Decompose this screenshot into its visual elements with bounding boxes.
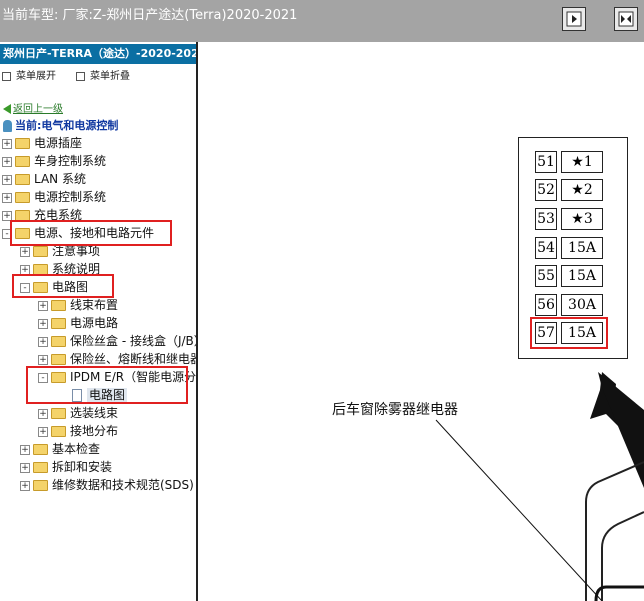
expand-toggle-icon[interactable]: + <box>20 462 30 473</box>
expand-toggle-icon[interactable]: + <box>38 318 48 329</box>
expand-toggle-icon[interactable]: + <box>20 264 30 275</box>
folder-icon <box>51 336 66 347</box>
sidebar-header: 郑州日产-TERRA（途达）-2020-2021 <box>0 44 196 64</box>
diagram-viewer: 51 ★1 52 ★2 53 ★3 54 15A 55 15A 56 30A 57 15A 后… <box>198 42 644 601</box>
tree-item[interactable]: + 接地分布 <box>38 422 118 440</box>
back-link[interactable]: 返回上一级 <box>3 100 63 115</box>
folder-icon <box>15 174 30 185</box>
tree-item[interactable]: + LAN 系统 <box>2 170 86 188</box>
title-bar: 当前车型: 厂家:Z-郑州日产途达(Terra)2020-2021 <box>0 0 644 42</box>
panel-collapse-icon <box>566 11 582 27</box>
folder-icon <box>51 354 66 365</box>
expand-toggle-icon[interactable]: + <box>20 480 30 491</box>
folder-icon <box>33 444 48 455</box>
collapse-panel-button[interactable] <box>562 7 586 31</box>
folder-icon <box>15 156 30 167</box>
folder-icon <box>51 408 66 419</box>
collapse-icon <box>76 71 85 81</box>
expand-toggle-icon[interactable]: + <box>2 138 12 149</box>
tree-item[interactable]: + 保险丝盒 - 接线盒（J/B） <box>38 332 196 350</box>
relay-outline <box>594 585 644 601</box>
highlight-box <box>12 274 114 298</box>
expand-toggle-icon[interactable]: + <box>2 210 12 221</box>
expand-toggle-icon[interactable]: + <box>38 300 48 311</box>
tree-item[interactable]: + 选装线束 <box>38 404 118 422</box>
highlight-box <box>26 366 188 404</box>
folder-icon <box>15 138 30 149</box>
expand-toggle-icon[interactable]: + <box>38 336 48 347</box>
relay-outline <box>585 461 644 601</box>
expand-toggle-icon[interactable]: + <box>2 174 12 185</box>
callout-leader-line <box>435 419 603 601</box>
relay-callout-label: 后车窗除雾器继电器 <box>332 402 458 418</box>
expand-toggle-icon[interactable]: + <box>38 408 48 419</box>
folder-icon <box>51 300 66 311</box>
folder-icon <box>51 318 66 329</box>
tree-item[interactable]: + 电源插座 <box>2 134 82 152</box>
toggle-split-button[interactable] <box>614 7 638 31</box>
back-arrow-icon <box>3 104 11 114</box>
direction-arrow-icon <box>598 372 644 488</box>
expand-toggle-icon[interactable]: + <box>20 246 30 257</box>
expand-toggle-icon[interactable]: + <box>2 192 12 203</box>
menu-collapse-button[interactable]: 菜单折叠 <box>76 67 130 82</box>
location-icon <box>3 120 12 132</box>
expand-toggle-icon[interactable]: + <box>20 444 30 455</box>
folder-icon <box>33 480 48 491</box>
tree-item[interactable]: + 电源控制系统 <box>2 188 106 206</box>
tree-item[interactable]: + 拆卸和安装 <box>20 458 112 476</box>
tree-item[interactable]: + 电源电路 <box>38 314 118 332</box>
folder-icon <box>51 426 66 437</box>
highlight-box <box>10 220 172 246</box>
menu-expand-button[interactable]: 菜单展开 <box>2 67 56 82</box>
expand-toggle-icon[interactable]: + <box>2 156 12 167</box>
tree-item[interactable]: + 维修数据和技术规范(SDS) <box>20 476 194 494</box>
vehicle-title: 当前车型: 厂家:Z-郑州日产途达(Terra)2020-2021 <box>2 8 298 23</box>
tree-item[interactable]: + 基本检查 <box>20 440 100 458</box>
navigation-sidebar: 郑州日产-TERRA（途达）-2020-2021 菜单展开 菜单折叠 返回上一级… <box>0 42 198 601</box>
diagram-graphics <box>435 372 644 601</box>
expand-icon <box>2 71 11 81</box>
expand-toggle-icon[interactable]: + <box>38 426 48 437</box>
folder-icon <box>15 192 30 203</box>
split-view-icon <box>618 11 634 27</box>
tree-item[interactable]: + 线束布置 <box>38 296 118 314</box>
folder-icon <box>33 462 48 473</box>
tree-item[interactable]: + 车身控制系统 <box>2 152 106 170</box>
expand-toggle-icon[interactable]: + <box>38 354 48 365</box>
current-section: 当前:电气和电源控制 <box>3 117 118 133</box>
folder-icon <box>33 246 48 257</box>
